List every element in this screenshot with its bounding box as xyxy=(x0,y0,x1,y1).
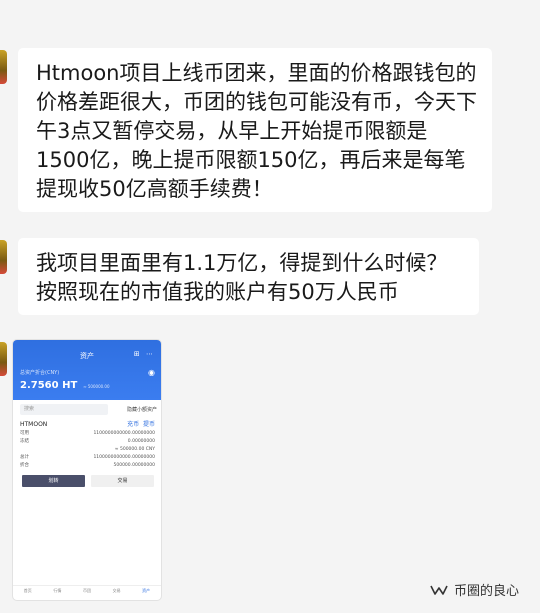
image-message[interactable]: 资产 ⊞ ⋯ ◉ 总资产折合(CNY) 2.7560 HT ≈ 500000.00… xyxy=(13,340,161,600)
message-bubble: Htmoon项目上线币团来，里面的价格跟钱包的价格差距很大，币团的钱包可能没有币… xyxy=(18,48,492,212)
avatar[interactable] xyxy=(0,240,7,274)
transfer-button: 划转 xyxy=(22,475,85,487)
table-row: 冻结 0.00000000 xyxy=(20,439,155,444)
hide-small-toggle: 隐藏小额资产 xyxy=(126,407,157,413)
tab-bar: 首页 行情 币团 交易 资产 xyxy=(13,585,161,600)
tab-home: 首页 xyxy=(23,588,32,593)
eye-icon: ◉ xyxy=(148,368,155,377)
table-row: 总计 1100000000000.00000000 xyxy=(20,455,155,460)
coin-row-head: HTMOON 充币 提币 xyxy=(20,421,155,430)
search-input: 搜索 xyxy=(20,404,108,415)
tab-group: 币团 xyxy=(82,588,91,593)
avatar[interactable] xyxy=(0,342,7,376)
wechat-channel-icon xyxy=(430,585,448,595)
withdraw-link: 提币 xyxy=(142,421,155,428)
table-row: ≈ 500000.00 CNY xyxy=(114,447,155,452)
tab-market: 行情 xyxy=(53,588,62,593)
message-text: Htmoon项目上线币团来，里面的价格跟钱包的价格差距很大，币团的钱包可能没有币… xyxy=(36,61,477,201)
balance-sub: ≈ 500000.00 xyxy=(83,384,110,389)
watermark-text: 币圈的良心 xyxy=(454,584,520,599)
table-row: 折合 500000.00000000 xyxy=(20,463,155,468)
balance-amount: 2.7560 HT ≈ 500000.00 xyxy=(20,380,110,391)
coin-symbol: HTMOON xyxy=(20,421,48,428)
message-bubble: 我项目里面里有1.1万亿，得提到什么时候？按照现在的市值我的账户有50万人民币 xyxy=(18,238,479,315)
deposit-link: 充币 xyxy=(127,421,140,428)
watermark: 币圈的良心 xyxy=(430,580,519,599)
wallet-header: 资产 ⊞ ⋯ ◉ 总资产折合(CNY) 2.7560 HT ≈ 500000.00 xyxy=(13,340,161,400)
table-row: 可用 1100000000000.00000000 xyxy=(20,431,155,436)
header-icons: ⊞ ⋯ xyxy=(133,350,155,358)
message-text: 我项目里面里有1.1万亿，得提到什么时候？按照现在的市值我的账户有50万人民币 xyxy=(36,251,448,304)
avatar[interactable] xyxy=(0,50,7,84)
balance-label: 总资产折合(CNY) xyxy=(20,370,60,376)
tab-assets: 资产 xyxy=(142,588,151,593)
trade-button: 交易 xyxy=(91,475,154,487)
tab-trade: 交易 xyxy=(112,588,121,593)
coin-card: HTMOON 充币 提币 可用 1100000000000.00000000 冻结… xyxy=(20,421,155,470)
